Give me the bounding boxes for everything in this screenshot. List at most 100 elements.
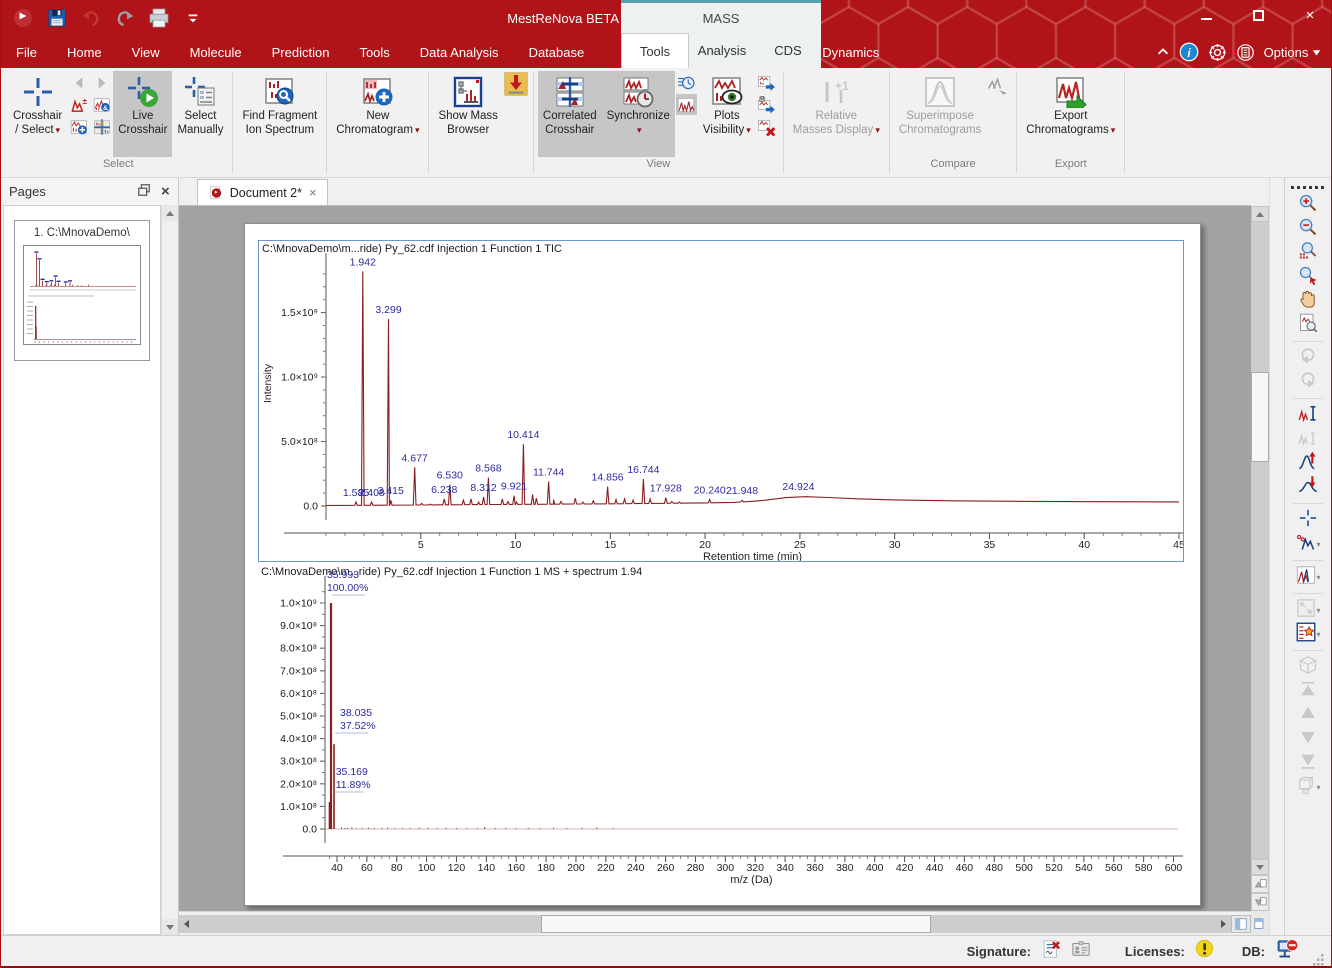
pages-scrollbar[interactable] (161, 205, 178, 935)
bit-depth-32-button[interactable]: 32▾ (1288, 775, 1328, 799)
close-button[interactable]: × (1297, 4, 1323, 26)
align-plots-button[interactable] (91, 116, 112, 137)
sync-chromatogram-button[interactable] (676, 94, 697, 115)
tic-chromatogram-panel[interactable]: C:\MnovaDemo\m...ride) Py_62.cdf Injecti… (258, 240, 1184, 562)
menu-item-prediction[interactable]: Prediction (257, 36, 345, 68)
superimpose-alt-button[interactable] (986, 71, 1012, 97)
next-view-button[interactable] (1288, 370, 1328, 394)
pan-hand-button[interactable] (1288, 289, 1328, 313)
menu-item-view[interactable]: View (117, 36, 175, 68)
license-manager-icon[interactable] (1236, 43, 1255, 62)
zoom-selection-button[interactable] (1288, 241, 1328, 265)
menu-item-home[interactable]: Home (52, 36, 117, 68)
previous-page-icon[interactable] (1251, 875, 1269, 893)
options-menu[interactable]: Options (1264, 45, 1321, 60)
zoom-in-button[interactable] (1288, 193, 1328, 217)
move-backward-button[interactable] (1288, 727, 1328, 751)
history-forward-button[interactable] (91, 72, 112, 93)
menu-item-molecule[interactable]: Molecule (175, 36, 257, 68)
vertical-scroll-track[interactable] (1251, 222, 1269, 859)
pages-scroll-up-icon[interactable] (162, 205, 178, 221)
quick-access-dropdown-icon[interactable] (181, 6, 205, 30)
superimpose-chromatograms-button[interactable]: SuperimposeChromatograms (894, 71, 986, 157)
send-to-back-button[interactable] (1288, 751, 1328, 775)
print-preview-button[interactable] (1288, 313, 1328, 337)
resize-grip[interactable] (1313, 954, 1325, 966)
bring-to-front-button[interactable] (1288, 679, 1328, 703)
scroll-down-icon[interactable] (1251, 859, 1269, 875)
fit-intensity-button[interactable] (1288, 427, 1328, 451)
export-chromatograms-button[interactable]: ExportChromatograms▾ (1021, 71, 1120, 157)
zoom-out-button[interactable] (1288, 217, 1328, 241)
menu-item-tools[interactable]: Tools (344, 36, 404, 68)
horizontal-scroll-track[interactable] (195, 915, 1215, 933)
mnova-logo-icon[interactable] (11, 6, 35, 30)
sync-by-time-button[interactable] (676, 72, 697, 93)
full-intensity-button[interactable] (1288, 403, 1328, 427)
data-table-button[interactable]: ▾ (1288, 622, 1328, 646)
vertical-scroll-thumb[interactable] (1251, 372, 1269, 462)
scroll-left-icon[interactable] (179, 915, 195, 933)
ms-spectrum-panel[interactable]: C:\MnovaDemo\m...ride) Py_62.cdf Injecti… (258, 564, 1184, 894)
next-page-icon[interactable] (1251, 893, 1269, 911)
info-icon[interactable]: i (1179, 42, 1199, 62)
float-panel-icon[interactable] (137, 183, 151, 200)
undo-icon[interactable] (79, 6, 103, 30)
horizontal-scroll-thumb[interactable] (541, 915, 931, 933)
zoom-manual-button[interactable] (1288, 265, 1328, 289)
import-data-button[interactable] (503, 71, 529, 97)
plots-visibility-button[interactable]: PlotsVisibility▾ (698, 71, 756, 157)
mass-analysis-button[interactable]: & (91, 94, 112, 115)
menu-item-data-analysis[interactable]: Data Analysis (405, 36, 514, 68)
close-tab-icon[interactable]: × (309, 185, 317, 200)
select-manually-button[interactable]: SelectManually (172, 71, 228, 157)
drag-handle[interactable] (1288, 181, 1328, 193)
new-chromatogram-button[interactable]: NewChromatogram▾ (331, 71, 424, 157)
correlated-crosshair-button[interactable]: CorrelatedCrosshair (538, 71, 602, 157)
predict-compare-button[interactable]: ± (68, 94, 89, 115)
live-crosshair-button[interactable]: LiveCrosshair (113, 71, 172, 157)
mass-tab-analysis[interactable]: Analysis (689, 33, 755, 68)
vertical-scrollbar[interactable] (1251, 178, 1269, 935)
save-icon[interactable] (45, 6, 69, 30)
signature-id-icon[interactable] (1071, 939, 1091, 964)
decrease-intensity-button[interactable] (1288, 475, 1328, 499)
add-trace-button[interactable] (68, 116, 89, 137)
page-list-item[interactable]: 1. C:\MnovaDemo\ (14, 220, 150, 361)
horizontal-scrollbar[interactable] (179, 911, 1251, 935)
split-view-icon[interactable] (1231, 915, 1251, 933)
relative-masses-display-button[interactable]: +1RelativeMasses Display▾ (788, 71, 885, 157)
cube-3d-button[interactable] (1288, 655, 1328, 679)
mass-tab-tools[interactable]: Tools (621, 33, 689, 68)
delete-chromatogram-button[interactable] (757, 116, 778, 137)
previous-view-button[interactable] (1288, 346, 1328, 370)
move-chromatogram-button[interactable] (757, 72, 778, 93)
synchronize-button[interactable]: Synchronize▾ (602, 71, 675, 157)
move-forward-button[interactable] (1288, 703, 1328, 727)
lock-chromatogram-button[interactable] (757, 94, 778, 115)
crosshair-select-button[interactable]: Crosshair/ Select▾ (8, 71, 67, 157)
crosshair-cursor-button[interactable] (1288, 508, 1328, 532)
maximize-button[interactable] (1245, 4, 1271, 26)
document-page[interactable]: C:\MnovaDemo\m...ride) Py_62.cdf Injecti… (244, 223, 1201, 906)
scroll-right-icon[interactable] (1215, 915, 1231, 933)
minimize-button[interactable] (1193, 4, 1219, 26)
mass-tab-cds[interactable]: CDS (755, 33, 821, 68)
find-fragment-ion-spectrum-button[interactable]: Find FragmentIon Spectrum (237, 71, 322, 157)
print-icon[interactable] (147, 6, 171, 30)
menu-item-file[interactable]: File (1, 36, 52, 68)
db-disconnected-icon[interactable] (1275, 937, 1299, 966)
document-tab[interactable]: Document 2* × (197, 179, 328, 205)
close-panel-icon[interactable]: × (161, 183, 170, 200)
scroll-up-icon[interactable] (1251, 206, 1269, 222)
page-thumbnail[interactable] (23, 245, 141, 345)
page-navigation-icon[interactable] (1251, 911, 1269, 935)
pages-scroll-down-icon[interactable] (162, 919, 178, 935)
stacked-display-button[interactable]: ▾ (1288, 565, 1328, 589)
history-back-button[interactable] (68, 72, 89, 93)
peak-picking-button[interactable]: ▾ (1288, 532, 1328, 556)
increase-intensity-button[interactable] (1288, 451, 1328, 475)
collapse-ribbon-icon[interactable] (1156, 45, 1170, 59)
signature-invalid-icon[interactable] (1041, 939, 1061, 964)
settings-gear-icon[interactable] (1208, 43, 1227, 62)
